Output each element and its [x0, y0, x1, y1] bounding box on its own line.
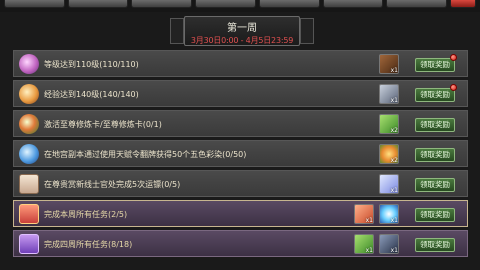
flower-gem-icon — [19, 114, 39, 134]
pink-gem-icon — [19, 54, 39, 74]
notification-dot-icon — [450, 54, 457, 61]
task-row: 等级达到110级(110/110) x1 领取奖励 — [13, 50, 468, 77]
week-header: 第一周 3月30日0:00 - 4月5日23:59 — [184, 16, 300, 46]
claim-reward-button[interactable]: 领取奖励 — [415, 178, 455, 192]
tab-6[interactable] — [322, 0, 384, 8]
task-row: 完成四周所有任务(8/18) x1 x1 领取奖励 — [13, 230, 468, 257]
notification-dot-icon — [450, 84, 457, 91]
flower-item-icon[interactable]: x2 — [379, 144, 399, 164]
task-label: 激活至尊修炼卡/至尊修炼卡(0/1) — [44, 120, 162, 129]
blue-orb-icon — [19, 144, 39, 164]
task-label: 完成本周所有任务(2/5) — [44, 210, 128, 219]
tab-1[interactable] — [4, 0, 65, 8]
task-label: 完成四周所有任务(8/18) — [44, 240, 133, 249]
claim-reward-button[interactable]: 领取奖励 — [415, 58, 455, 72]
orange-gem-icon — [19, 84, 39, 104]
reward-count: x1 — [365, 217, 373, 224]
top-tab-strip — [0, 0, 480, 12]
task-row: 在尊贵赏新线士官处完成5次运镖(0/5) x1 领取奖励 — [13, 170, 468, 197]
tab-hot[interactable] — [450, 0, 477, 8]
red-scroll-icon[interactable]: x1 — [354, 204, 374, 224]
task-label: 等级达到110级(110/110) — [44, 60, 139, 69]
tab-2[interactable] — [67, 0, 129, 8]
task-row: 经验达到140级(140/140) x1 领取奖励 — [13, 80, 468, 107]
week-date-range: 3月30日0:00 - 4月5日23:59 — [190, 36, 294, 45]
reward-count: x2 — [390, 157, 398, 164]
reward-count: x1 — [390, 97, 398, 104]
tab-5[interactable] — [258, 0, 320, 8]
task-row: 完成本周所有任务(2/5) x1 x1 领取奖励 — [13, 200, 468, 227]
tab-7[interactable] — [386, 0, 448, 8]
tab-3[interactable] — [131, 0, 193, 8]
reward-count: x1 — [390, 247, 398, 254]
crystal-item-icon[interactable]: x1 — [379, 174, 399, 194]
claim-reward-button[interactable]: 领取奖励 — [415, 238, 455, 252]
purple-gift-icon — [19, 234, 39, 254]
reward-count: x1 — [390, 187, 398, 194]
claim-reward-button[interactable]: 领取奖励 — [415, 208, 455, 222]
reward-count: x1 — [390, 217, 398, 224]
task-row: 在地宫副本通过使用天赋令翻牌获得50个五色彩染(0/50) x2 领取奖励 — [13, 140, 468, 167]
dark-mask-icon[interactable]: x1 — [379, 234, 399, 254]
week-title: 第一周 — [227, 23, 257, 34]
reward-count: x1 — [365, 247, 373, 254]
silver-box-icon[interactable]: x1 — [379, 84, 399, 104]
header-right-ornament — [300, 18, 314, 44]
reward-count: x1 — [390, 67, 398, 74]
scroll-icon — [19, 174, 39, 194]
claim-reward-button[interactable]: 领取奖励 — [415, 148, 455, 162]
tab-4[interactable] — [195, 0, 256, 8]
cyan-orb-icon[interactable]: x1 — [379, 204, 399, 224]
header-left-ornament — [170, 18, 184, 44]
claim-reward-button[interactable]: 领取奖励 — [415, 118, 455, 132]
claim-reward-button[interactable]: 领取奖励 — [415, 88, 455, 102]
reward-count: x2 — [390, 127, 398, 134]
task-row: 激活至尊修炼卡/至尊修炼卡(0/1) x2 领取奖励 — [13, 110, 468, 137]
task-label: 在地宫副本通过使用天赋令翻牌获得50个五色彩染(0/50) — [44, 150, 247, 159]
brown-pack-icon[interactable]: x1 — [379, 54, 399, 74]
green-box-icon[interactable]: x2 — [379, 114, 399, 134]
task-label: 在尊贵赏新线士官处完成5次运镖(0/5) — [44, 180, 181, 189]
gift-icon — [19, 204, 39, 224]
task-list: 等级达到110级(110/110) x1 领取奖励 经验达到140级(140/1… — [13, 50, 468, 260]
task-label: 经验达到140级(140/140) — [44, 90, 139, 99]
green-fan-icon[interactable]: x1 — [354, 234, 374, 254]
